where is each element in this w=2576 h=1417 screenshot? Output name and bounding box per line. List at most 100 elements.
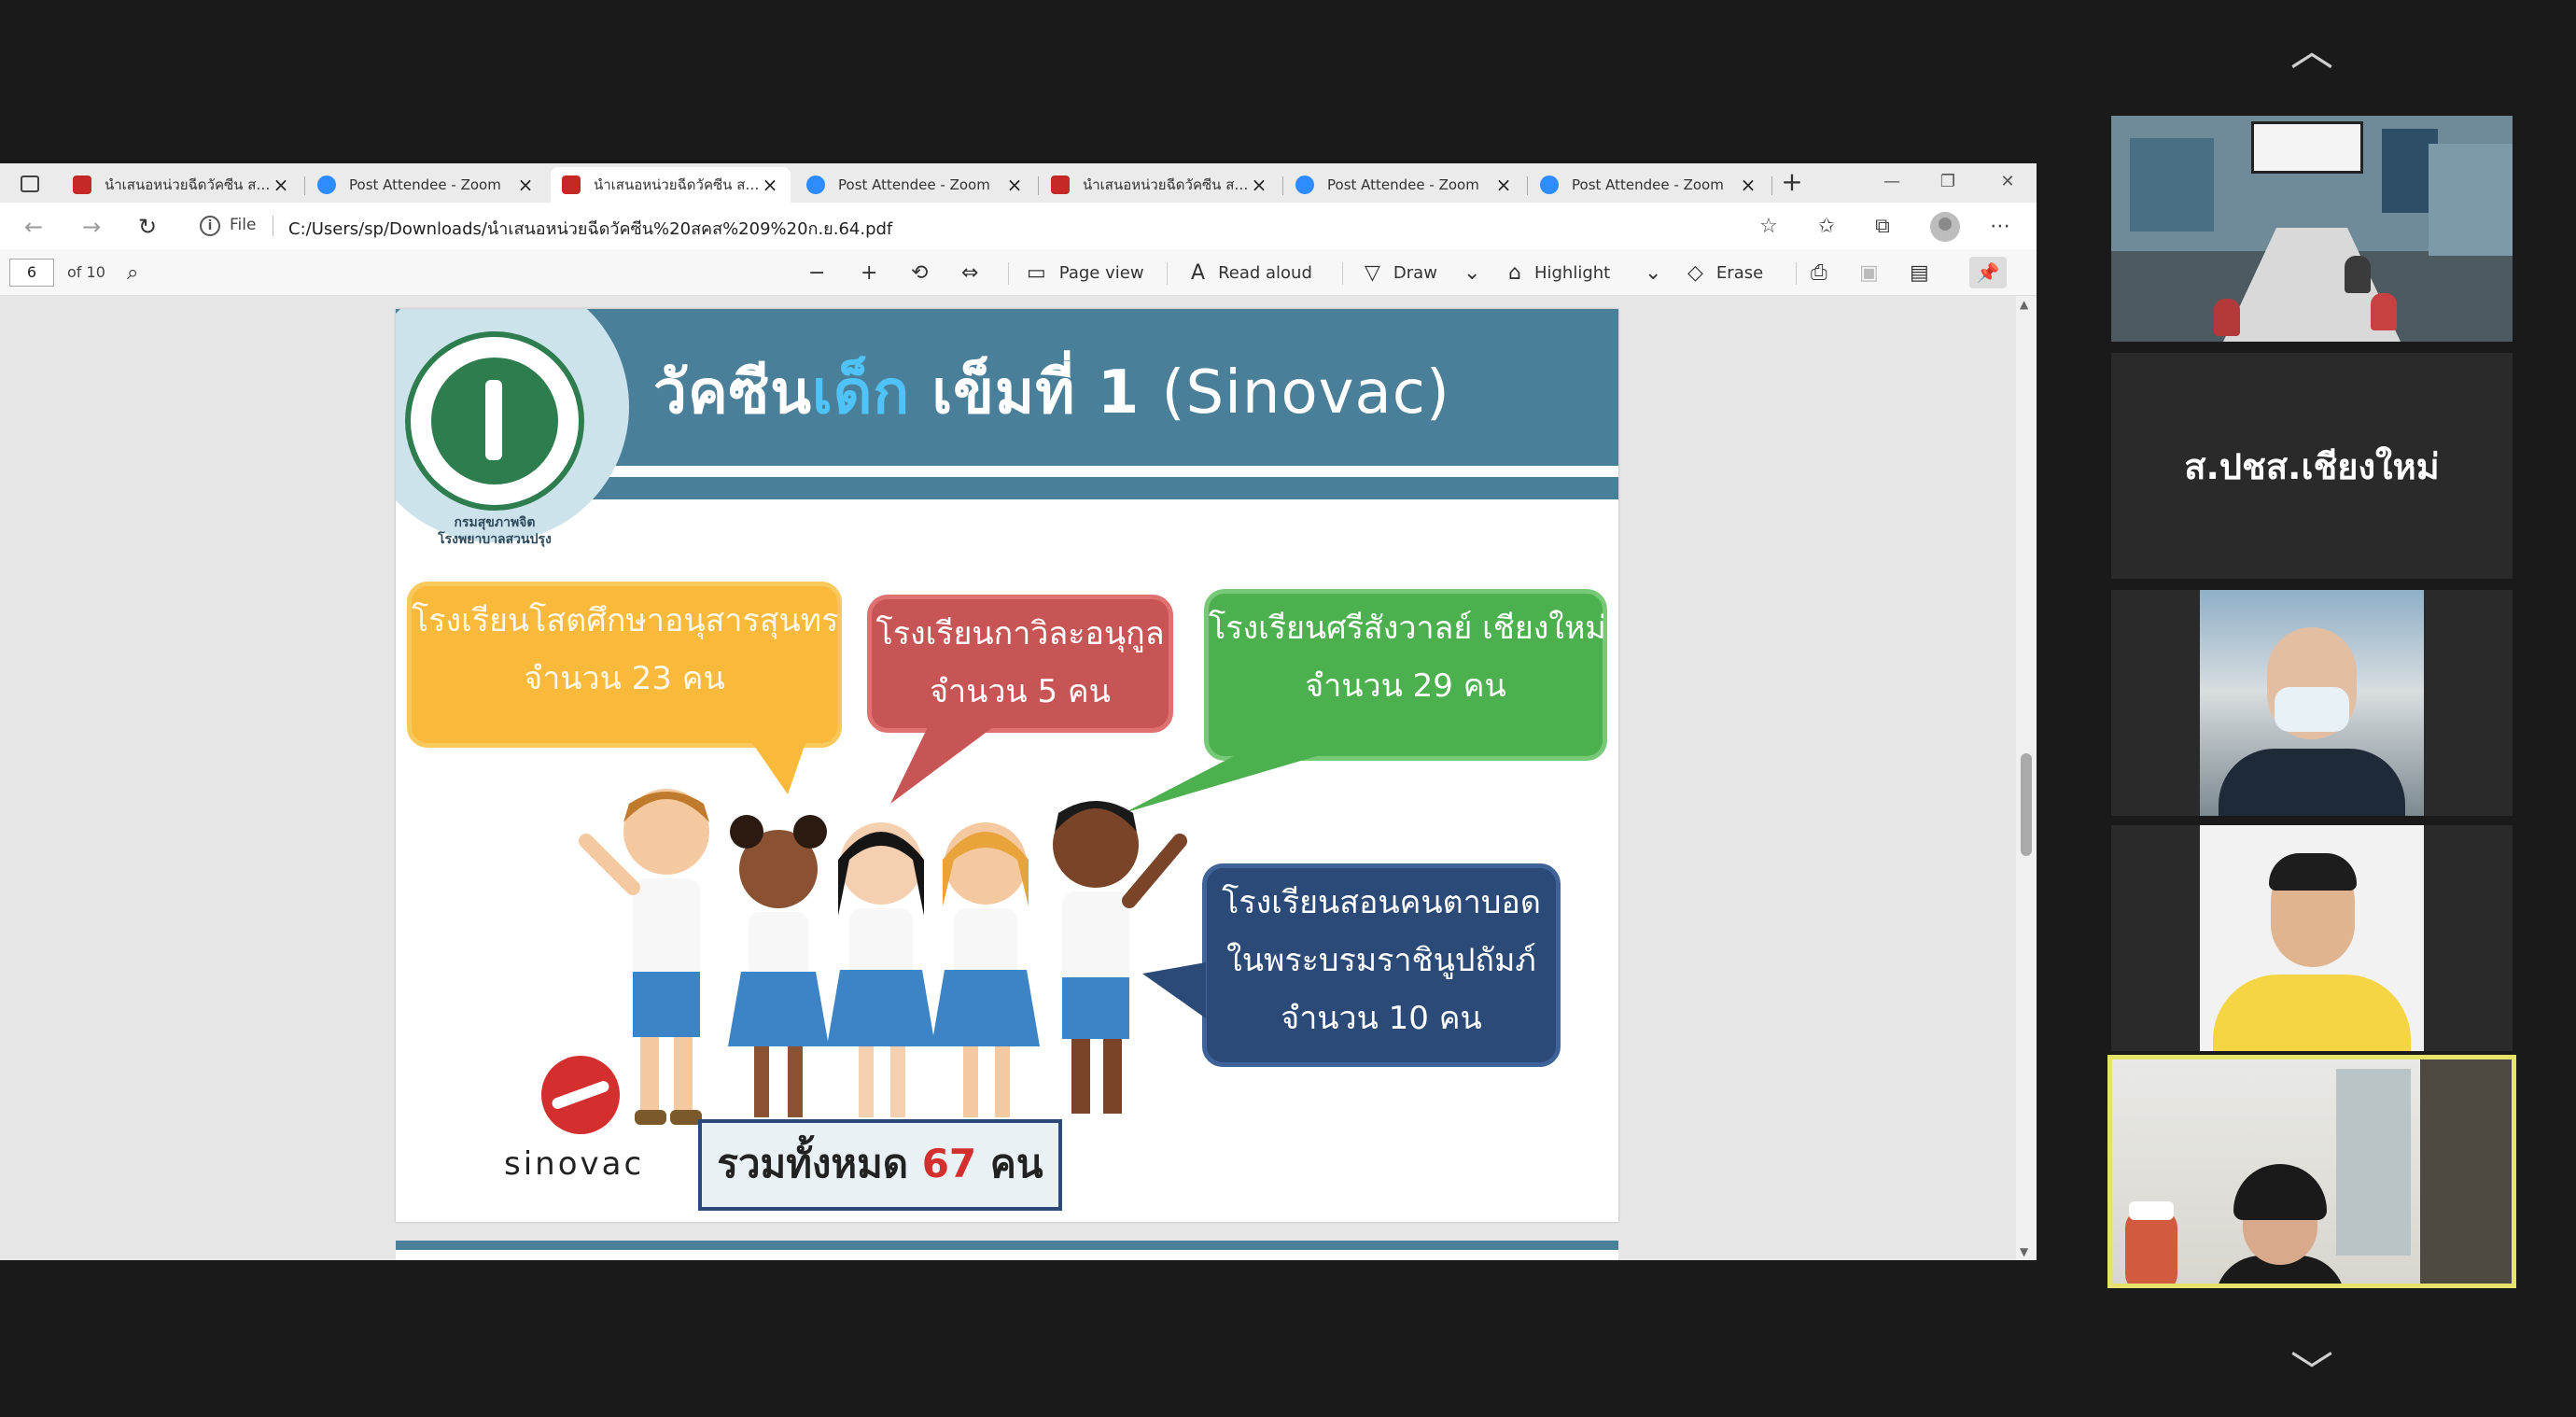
- tab-zoom-3[interactable]: Post Attendee - Zoom ×: [1284, 167, 1524, 203]
- zoom-icon: [1295, 175, 1314, 194]
- draw-icon: ▽: [1365, 260, 1380, 285]
- close-icon[interactable]: ×: [1739, 174, 1757, 196]
- restore-button[interactable]: ❐: [1923, 167, 1973, 197]
- video-tile-participant-yellow[interactable]: [2111, 825, 2513, 1051]
- search-icon[interactable]: ⌕: [127, 259, 151, 287]
- pdf-viewer[interactable]: กรมสุขภาพจิต โรงพยาบาลสวนปรุง วัคซีนเด็ก…: [0, 296, 2016, 1260]
- save-as-icon[interactable]: ▤: [1910, 259, 1942, 287]
- erase-button[interactable]: ◇ Erase: [1687, 259, 1763, 287]
- refresh-button[interactable]: ↻: [133, 212, 162, 242]
- toolbar-separator: [1167, 262, 1168, 285]
- highlight-icon: ⌂: [1508, 260, 1521, 285]
- draw-dropdown[interactable]: ⌄: [1463, 259, 1493, 287]
- child-3: [827, 822, 935, 1117]
- file-scheme-label: File: [230, 216, 257, 234]
- scroll-up-arrow-icon[interactable]: ︿: [2279, 29, 2345, 72]
- save-icon[interactable]: ▣: [1859, 259, 1892, 287]
- tab-label: Post Attendee - Zoom: [838, 176, 990, 193]
- fit-page-button[interactable]: ⇔: [961, 259, 991, 287]
- attendee: [2371, 293, 2397, 330]
- participant-body: [2213, 975, 2411, 1051]
- tab-separator: [1527, 176, 1528, 195]
- profile-avatar[interactable]: [1930, 212, 1960, 242]
- close-icon[interactable]: ×: [516, 174, 535, 196]
- nurse-figure: [2125, 1209, 2177, 1284]
- video-tile-participant-mask[interactable]: [2111, 590, 2513, 816]
- room-screen: [2429, 144, 2513, 256]
- tab-separator: [304, 176, 305, 195]
- tab-zoom-1[interactable]: Post Attendee - Zoom ×: [306, 167, 546, 203]
- total-suffix: คน: [976, 1141, 1043, 1186]
- favorites-icon[interactable]: ✩: [1813, 214, 1841, 240]
- tab-separator: [1771, 176, 1772, 195]
- participant-video: [2200, 590, 2424, 816]
- tab-label: นำเสนอหน่วยฉีดวัคซีน สคส: [594, 176, 761, 193]
- new-tab-button[interactable]: +: [1779, 169, 1805, 195]
- highlight-label: Highlight: [1533, 262, 1611, 283]
- close-icon[interactable]: ×: [272, 174, 290, 196]
- tab-zoom-4[interactable]: Post Attendee - Zoom ×: [1529, 167, 1769, 203]
- zoom-icon: [806, 175, 825, 194]
- nurse-hat: [2129, 1201, 2174, 1220]
- rotate-button[interactable]: ⟲: [911, 259, 941, 287]
- scrollbar-thumb[interactable]: [2021, 753, 2032, 856]
- page-view-button[interactable]: ▭ Page view: [1027, 259, 1144, 287]
- back-button[interactable]: ←: [19, 212, 49, 242]
- participant-video: [2112, 1059, 2512, 1284]
- minimize-button[interactable]: —: [1867, 167, 1917, 197]
- close-window-button[interactable]: ✕: [1982, 167, 2033, 197]
- participant-name: ส.ปชส.เชียงใหม่: [2184, 445, 2440, 487]
- toolbar-separator: [1008, 262, 1009, 285]
- scrollbar[interactable]: ▲ ▼: [2016, 296, 2037, 1260]
- child-2: [728, 815, 829, 1117]
- child-4: [931, 822, 1040, 1117]
- close-icon[interactable]: ×: [1005, 174, 1024, 196]
- highlight-dropdown[interactable]: ⌄: [1645, 259, 1674, 287]
- zoom-out-button[interactable]: −: [808, 259, 838, 287]
- total-count-box: รวมทั้งหมด 67 คน: [698, 1119, 1062, 1211]
- scroll-up-icon[interactable]: ▲: [2020, 298, 2028, 311]
- erase-label: Erase: [1715, 262, 1764, 283]
- page-view-icon: ▭: [1027, 260, 1046, 285]
- tab-separator: [1282, 176, 1283, 195]
- screen: นำเสนอหน่วยฉีดวัคซีน สคส × Post Attendee…: [0, 0, 2576, 1417]
- control-room-video: [2111, 116, 2513, 342]
- tab-pdf-2-active[interactable]: นำเสนอหน่วยฉีดวัคซีน สคส ×: [551, 167, 791, 203]
- zoom-icon: [317, 175, 336, 194]
- more-menu-icon[interactable]: ⋯: [1986, 214, 2014, 240]
- tab-bar: นำเสนอหน่วยฉีดวัคซีน สคส × Post Attendee…: [0, 163, 2037, 203]
- office-window: [2336, 1069, 2411, 1256]
- close-icon[interactable]: ×: [761, 174, 779, 196]
- tab-actions-button[interactable]: [13, 173, 47, 195]
- collections-icon[interactable]: ⧉: [1869, 214, 1897, 240]
- toolbar-separator: [1342, 262, 1343, 285]
- participant-hair: [2269, 853, 2357, 891]
- close-icon[interactable]: ×: [1494, 174, 1513, 196]
- scroll-down-arrow-icon[interactable]: ﹀: [2279, 1351, 2345, 1394]
- participant-video: [2200, 825, 2424, 1051]
- sinovac-logo: sinovac: [504, 1056, 672, 1186]
- zoom-in-button[interactable]: +: [861, 259, 890, 287]
- tab-pdf-1[interactable]: นำเสนอหน่วยฉีดวัคซีน สคส ×: [62, 167, 301, 203]
- tab-pdf-3[interactable]: นำเสนอหน่วยฉีดวัคซีน สคส ×: [1040, 167, 1280, 203]
- url-input[interactable]: C:/Users/sp/Downloads/นำเสนอหน่วยฉีดวัคซ…: [288, 215, 892, 242]
- video-tile-active-speaker[interactable]: [2107, 1055, 2516, 1288]
- draw-button[interactable]: ▽ Draw: [1365, 259, 1437, 287]
- video-tile-control-room[interactable]: [2111, 116, 2513, 342]
- sinovac-wordmark: sinovac: [504, 1145, 645, 1183]
- chevron-down-icon: ⌄: [1463, 260, 1481, 285]
- read-aloud-button[interactable]: A Read aloud: [1191, 259, 1312, 287]
- pin-toolbar-icon[interactable]: 📌: [1969, 257, 2007, 288]
- next-pdf-page: [396, 1241, 1618, 1260]
- video-tile-name-only[interactable]: ส.ปชส.เชียงใหม่: [2111, 353, 2513, 579]
- print-icon[interactable]: ⎙: [1811, 259, 1841, 287]
- info-icon[interactable]: i: [200, 216, 220, 236]
- scroll-down-icon[interactable]: ▼: [2020, 1245, 2028, 1258]
- close-icon[interactable]: ×: [1250, 174, 1268, 196]
- forward-button[interactable]: →: [77, 212, 106, 242]
- add-favorite-icon[interactable]: ☆: [1755, 214, 1783, 240]
- tab-zoom-2[interactable]: Post Attendee - Zoom ×: [795, 167, 1035, 203]
- highlight-button[interactable]: ⌂ Highlight: [1508, 259, 1610, 287]
- page-number-input[interactable]: 6: [9, 259, 54, 287]
- read-aloud-icon: A: [1191, 260, 1206, 285]
